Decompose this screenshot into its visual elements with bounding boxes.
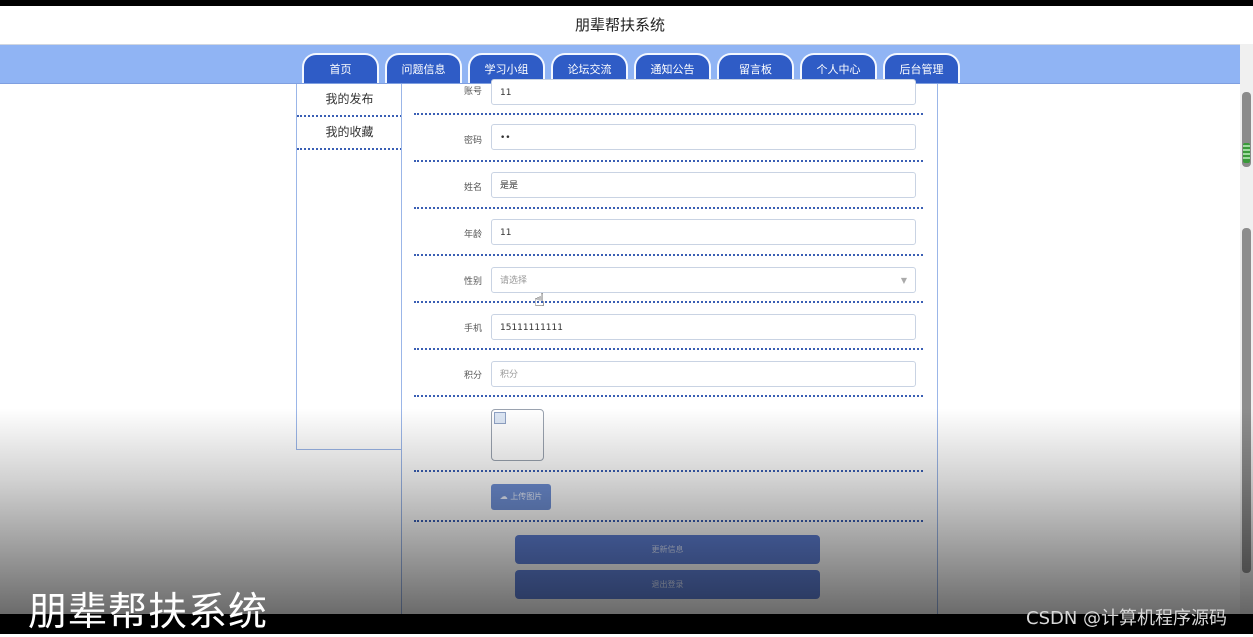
profile-image-preview [491,409,544,461]
name-row: 姓名 是是 [414,160,923,209]
scrollbar-lower-segment [1242,228,1251,573]
tab-home[interactable]: 首页 [302,53,379,83]
scroll-grip-icon [1243,143,1250,163]
sidebar-item-my-posts[interactable]: 我的发布 [297,84,402,117]
gender-select[interactable]: 请选择 ▼ [491,267,916,293]
points-label: 积分 [463,371,482,381]
broken-image-icon [494,412,506,424]
phone-input[interactable]: 15111111111 [491,314,916,340]
tab-problems[interactable]: 问题信息 [385,53,462,83]
csdn-watermark: CSDN @计算机程序源码 [1026,608,1228,629]
pointer-cursor-icon: ☝ [534,290,545,311]
name-label: 姓名 [463,183,482,193]
gender-row: 性别 请选择 ▼ [414,254,923,303]
age-row: 年龄 11 [414,207,923,256]
account-row: 账号 11 [414,79,923,115]
overlay-title: 朋辈帮扶系统 [28,590,269,635]
upload-image-label: 上传图片 [510,492,543,501]
phone-row: 手机 15111111111 [414,301,923,350]
sidebar: 我的发布 我的收藏 [296,84,403,450]
account-input[interactable]: 11 [491,79,916,105]
logout-button[interactable]: 退出登录 [515,570,820,599]
points-row: 积分 积分 [414,348,923,397]
image-row [414,395,923,472]
gender-select-value: 请选择 [500,276,528,286]
name-input[interactable]: 是是 [491,172,916,198]
age-input[interactable]: 11 [491,219,916,245]
chevron-down-icon: ▼ [900,276,907,285]
password-input[interactable]: •• [491,124,916,150]
cloud-upload-icon: ☁ [499,492,508,501]
age-label: 年龄 [463,230,482,240]
sidebar-item-my-favorites[interactable]: 我的收藏 [297,117,402,150]
password-label: 密码 [463,136,482,146]
password-row: 密码 •• [414,113,923,162]
gender-label: 性别 [463,277,482,287]
upload-image-button[interactable]: ☁ 上传图片 [491,484,551,510]
account-label: 账号 [463,87,482,97]
phone-label: 手机 [463,324,482,334]
update-info-button[interactable]: 更新信息 [515,535,820,564]
page-title: 朋辈帮扶系统 [0,6,1240,45]
points-input[interactable]: 积分 [491,361,916,387]
upload-row: ☁ 上传图片 [414,470,923,522]
